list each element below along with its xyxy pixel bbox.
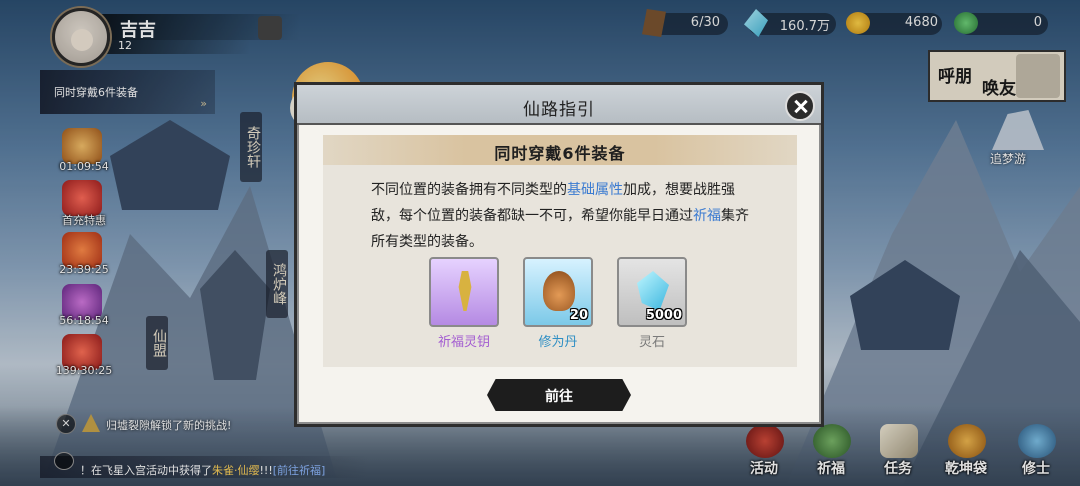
reward-name: 祈福灵钥	[437, 335, 490, 350]
key-icon	[458, 271, 472, 311]
reward-item[interactable]: 20	[523, 257, 593, 327]
desc-highlight-attributes: 基础属性	[567, 182, 623, 198]
gourd-icon	[543, 271, 575, 311]
reward-name: 灵石	[638, 335, 665, 350]
spirit-stone-icon	[637, 271, 669, 311]
guide-dialog: 仙路指引 同时穿戴6件装备 不同位置的装备拥有不同类型的基础属性加成，想要战胜强…	[294, 82, 824, 427]
reward-quantity: 20	[569, 308, 588, 323]
reward-item[interactable]: 5000	[617, 257, 687, 327]
reward-quantity: 5000	[645, 308, 682, 323]
dialog-header: 仙路指引	[297, 85, 821, 125]
content-header: 同时穿戴6件装备	[323, 135, 797, 165]
reward-name: 修为丹	[538, 335, 578, 350]
close-icon[interactable]	[785, 91, 815, 121]
content-title: 同时穿戴6件装备	[494, 144, 626, 163]
desc-text: 不同位置的装备拥有不同类型的	[371, 182, 567, 198]
go-button[interactable]: 前往	[487, 379, 631, 411]
reward-item[interactable]	[429, 257, 499, 327]
desc-highlight-blessing: 祈福	[693, 208, 721, 224]
dialog-description: 不同位置的装备拥有不同类型的基础属性加成，想要战胜强敌，每个位置的装备都缺一不可…	[371, 177, 761, 255]
dialog-title: 仙路指引	[523, 100, 595, 120]
go-button-label: 前往	[545, 389, 573, 405]
dialog-content: 同时穿戴6件装备 不同位置的装备拥有不同类型的基础属性加成，想要战胜强敌，每个位…	[323, 135, 797, 367]
